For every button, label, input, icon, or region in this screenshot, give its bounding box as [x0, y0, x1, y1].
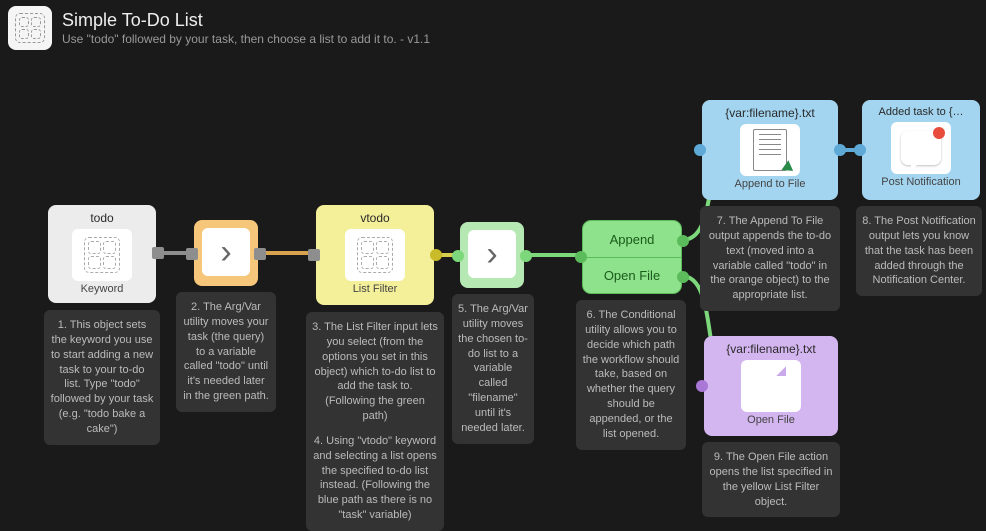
node-open-file[interactable]: {var:filename}.txt Open File	[704, 336, 838, 436]
workflow-header: Simple To-Do List Use "todo" followed by…	[0, 0, 986, 60]
node-notif-caption: Post Notification	[881, 176, 960, 188]
open-file-icon	[741, 360, 801, 412]
node-conditional[interactable]: Append Open File	[582, 220, 682, 294]
desc-3: 3. The List Filter input lets you select…	[306, 312, 444, 531]
desc-4: 5. The Arg/Var utility moves the chosen …	[452, 294, 534, 444]
node-append-caption: Append to File	[735, 178, 806, 190]
node-argvar-2[interactable]: ›	[460, 222, 524, 288]
notification-icon	[891, 122, 951, 174]
node-append-file[interactable]: {var:filename}.txt Append to File	[702, 100, 838, 200]
node-argvar-1[interactable]: ›	[194, 220, 258, 286]
node-list-filter[interactable]: vtodo List Filter	[316, 205, 434, 305]
node-open-caption: Open File	[747, 414, 795, 426]
node-post-notification[interactable]: Added task to {… Post Notification	[862, 100, 980, 200]
desc-6: 7. The Append To File output appends the…	[700, 206, 840, 311]
append-file-icon	[740, 124, 800, 176]
desc-5: 6. The Conditional utility allows you to…	[576, 300, 686, 450]
workflow-canvas[interactable]: todo Keyword 1. This object sets the key…	[0, 60, 986, 520]
node-keyword-caption: Keyword	[81, 283, 124, 295]
node-open-title: {var:filename}.txt	[726, 342, 815, 356]
desc-2: 2. The Arg/Var utility moves your task (…	[176, 292, 276, 412]
conditional-branch-append[interactable]: Append	[583, 221, 681, 257]
conditional-branch-openfile[interactable]: Open File	[583, 257, 681, 293]
keyword-icon	[72, 229, 132, 281]
node-keyword[interactable]: todo Keyword	[48, 205, 156, 303]
node-append-title: {var:filename}.txt	[725, 106, 814, 120]
desc-7: 8. The Post Notification output lets you…	[856, 206, 982, 296]
node-list-filter-title: vtodo	[360, 211, 389, 225]
desc-1: 1. This object sets the keyword you use …	[44, 310, 160, 445]
node-keyword-title: todo	[90, 211, 113, 225]
greater-than-icon: ›	[486, 235, 497, 274]
desc-8: 9. The Open File action opens the list s…	[702, 442, 840, 517]
greater-than-icon: ›	[220, 233, 231, 272]
node-list-filter-caption: List Filter	[353, 283, 398, 295]
node-notif-title: Added task to {…	[879, 106, 964, 118]
workflow-subtitle: Use "todo" followed by your task, then c…	[62, 32, 430, 46]
workflow-title: Simple To-Do List	[62, 10, 430, 31]
workflow-icon	[8, 6, 52, 50]
list-filter-icon	[345, 229, 405, 281]
